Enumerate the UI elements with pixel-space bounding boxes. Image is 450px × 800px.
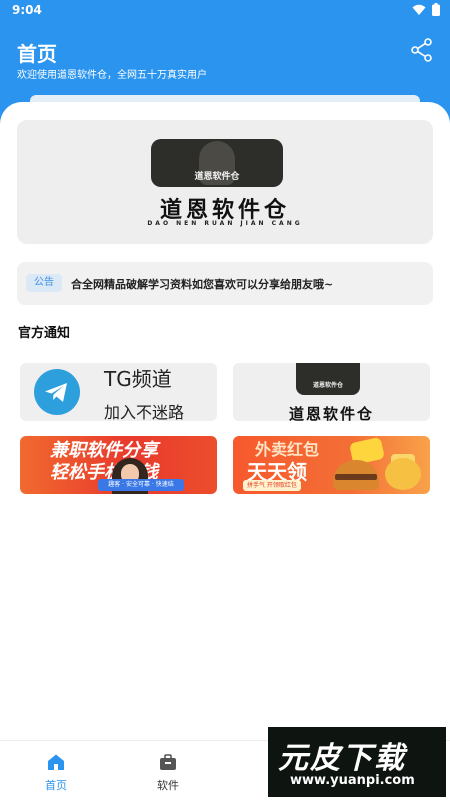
page-title: 首页 [17,42,57,66]
briefcase-icon [160,754,176,770]
watermark-text: 元皮下载 [278,741,406,776]
status-time: 9:04 [12,3,42,17]
battery-icon [432,3,440,16]
telegram-card-subtitle: 加入不迷路 [104,403,185,421]
share-icon [411,38,432,62]
parttime-chip: 趣客 · 安全可靠 · 快速结 [98,479,184,491]
notice-text: 合全网精品破解学习资料如您喜欢可以分享给朋友哦~ [71,278,334,291]
notice-badge: 公告 [26,274,62,292]
status-bar: 9:04 [0,0,450,22]
fries-illustration [385,458,421,490]
section-title: 官方通知 [18,326,71,341]
notice-bar[interactable]: 公告 合全网精品破解学习资料如您喜欢可以分享给朋友哦~ [17,262,433,305]
daoen-thumbnail: 道恩软件仓 [296,363,360,395]
status-icons [412,3,440,16]
banner-pinyin: DAO NEN RUAN JIAN CANG [147,220,303,227]
home-icon [48,754,64,770]
daoen-card[interactable]: 道恩软件仓 道恩软件仓 [233,363,430,421]
telegram-channel-card[interactable]: TG频道 加入不迷路 [20,363,217,421]
food-chip: 拼手气 开领取红包 [243,480,301,491]
share-button[interactable] [410,38,434,62]
daoen-logo-text: 道恩软件仓 [288,405,374,421]
watermark-url: www.yuanpi.com [290,773,415,788]
daoen-thumbnail-caption: 道恩软件仓 [312,382,343,389]
food-coupon-card[interactable]: 外卖红包 天天领 拼手气 开领取红包 [233,436,430,494]
banner-photo: 道恩软件仓 [151,139,283,187]
burger-patty [335,474,377,480]
tab-home-label: 首页 [45,779,67,792]
telegram-icon [34,369,80,415]
banner[interactable]: 道恩软件仓 道恩软件仓 DAO NEN RUAN JIAN CANG [17,120,433,244]
banner-photo-caption: 道恩软件仓 [194,172,240,182]
tab-software[interactable]: 软件 [138,753,198,793]
tab-home[interactable]: 首页 [26,753,86,793]
watermark: 元皮下载 www.yuanpi.com [268,727,446,797]
wifi-icon [412,4,426,15]
page-subtitle: 欢迎使用道恩软件仓，全网五十万真实用户 [17,70,207,81]
telegram-card-title: TG频道 [104,367,172,391]
tab-software-label: 软件 [157,779,179,792]
parttime-share-card[interactable]: 兼职软件分享 轻松手机赚钱 趣客 · 安全可靠 · 快速结 [20,436,217,494]
